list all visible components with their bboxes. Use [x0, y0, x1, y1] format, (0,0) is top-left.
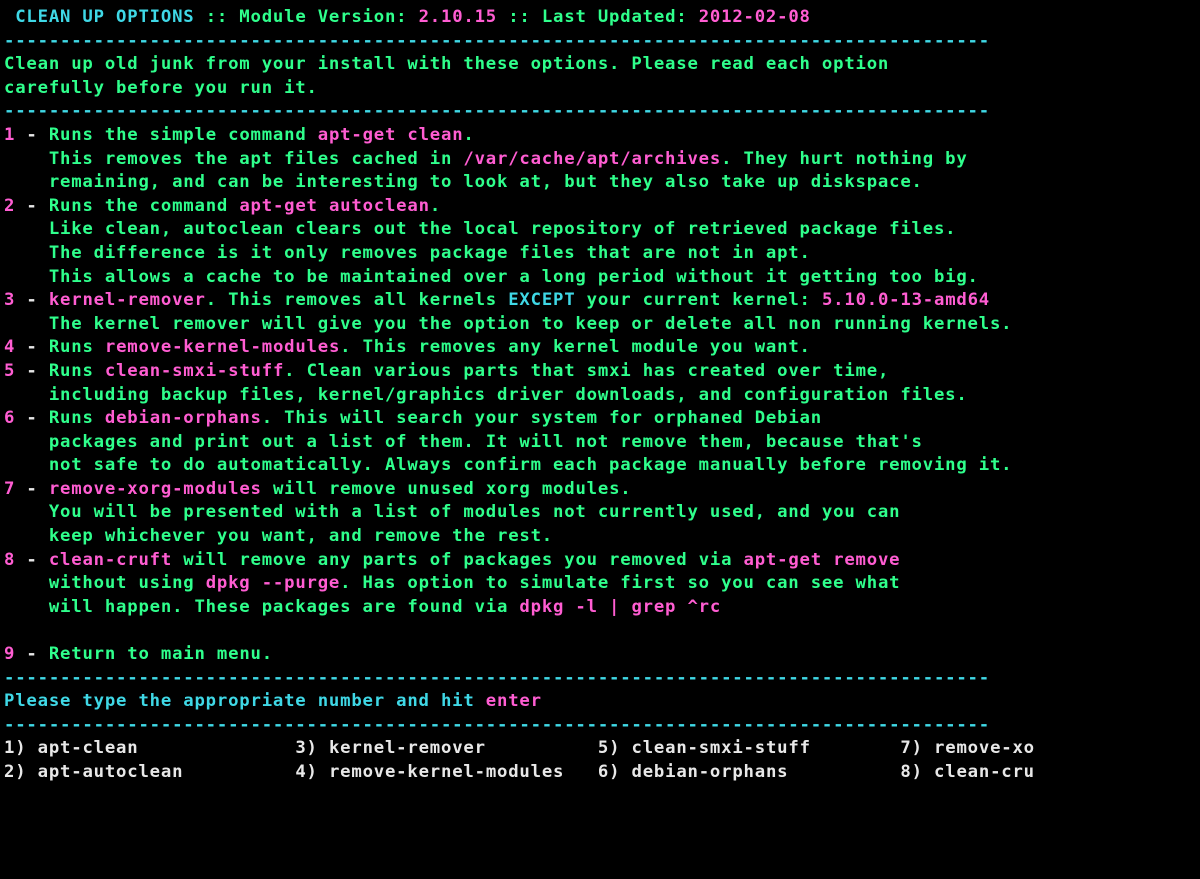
path-apt-archives: /var/cache/apt/archives — [463, 149, 721, 169]
cmd-dpkg-purge: dpkg --purge — [206, 573, 340, 593]
menu-num-7: 7 — [4, 479, 15, 499]
choice-3[interactable]: 3) kernel-remover — [295, 738, 486, 758]
cmd-apt-get-clean: apt-get clean — [318, 125, 464, 145]
menu-num-2: 2 — [4, 196, 15, 216]
choice-7[interactable]: 7) remove-xo — [900, 738, 1034, 758]
except-label: EXCEPT — [508, 290, 575, 310]
menu-num-1: 1 — [4, 125, 15, 145]
prompt-text: Please type the appropriate number and h… — [4, 691, 486, 711]
menu-num-9: 9 — [4, 644, 15, 664]
module-version: 2.10.15 — [419, 7, 497, 27]
header-title: CLEAN UP OPTIONS — [4, 7, 206, 27]
cmd-clean-smxi-stuff: clean-smxi-stuff — [105, 361, 284, 381]
terminal-output[interactable]: CLEAN UP OPTIONS :: Module Version: 2.10… — [0, 0, 1200, 791]
cmd-dpkg-grep: dpkg -l | grep ^rc — [519, 597, 721, 617]
menu-num-3: 3 — [4, 290, 15, 310]
last-updated: 2012-02-08 — [699, 7, 811, 27]
cmd-debian-orphans: debian-orphans — [105, 408, 262, 428]
intro-text: Clean up old junk from your install with… — [4, 54, 889, 74]
cmd-clean-cruft: clean-cruft — [49, 550, 172, 570]
cmd-apt-get-remove: apt-get remove — [744, 550, 901, 570]
divider: ----------------------------------------… — [4, 31, 990, 51]
choice-8[interactable]: 8) clean-cru — [900, 762, 1034, 782]
cmd-kernel-remover: kernel-remover — [49, 290, 206, 310]
menu-num-4: 4 — [4, 337, 15, 357]
cmd-apt-get-autoclean: apt-get autoclean — [239, 196, 429, 216]
cmd-remove-kernel-modules: remove-kernel-modules — [105, 337, 340, 357]
cmd-remove-xorg-modules: remove-xorg-modules — [49, 479, 262, 499]
menu-num-5: 5 — [4, 361, 15, 381]
return-text: Return to main menu. — [49, 644, 273, 664]
divider: ----------------------------------------… — [4, 668, 990, 688]
menu-num-6: 6 — [4, 408, 15, 428]
enter-key: enter — [486, 691, 542, 711]
kernel-version: 5.10.0-13-amd64 — [822, 290, 990, 310]
choice-1[interactable]: 1) apt-clean — [4, 738, 138, 758]
choice-4[interactable]: 4) remove-kernel-modules — [295, 762, 564, 782]
divider: ----------------------------------------… — [4, 715, 990, 735]
choice-5[interactable]: 5) clean-smxi-stuff — [598, 738, 811, 758]
menu-num-8: 8 — [4, 550, 15, 570]
divider: ----------------------------------------… — [4, 101, 990, 121]
choice-2[interactable]: 2) apt-autoclean — [4, 762, 183, 782]
choice-6[interactable]: 6) debian-orphans — [598, 762, 789, 782]
